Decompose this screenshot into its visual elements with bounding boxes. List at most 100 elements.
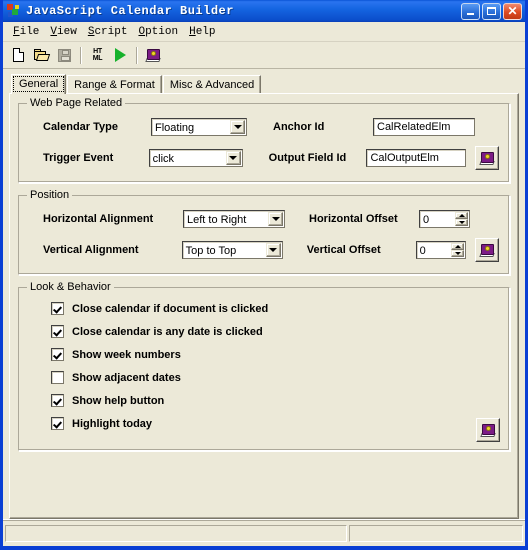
caption-button-group: ✕ (461, 2, 522, 20)
html-icon-bottom: ML (92, 55, 103, 62)
toolbar-separator-2 (136, 46, 138, 64)
help-book-icon (478, 243, 495, 257)
trigger-event-combo[interactable]: click (148, 149, 243, 167)
vertical-offset-stepper[interactable]: 0 (415, 241, 467, 259)
menu-item-view[interactable]: View (46, 25, 83, 39)
horizontal-offset-spin-buttons[interactable] (455, 212, 468, 226)
close-icon: ✕ (507, 4, 518, 18)
horizontal-alignment-label: Horizontal Alignment (43, 213, 154, 225)
menu-item-option[interactable]: Option (134, 25, 185, 39)
play-triangle-icon (115, 48, 126, 62)
tab-strip: General Range & Format Misc & Advanced (9, 74, 519, 94)
menu-rest-script: cript (94, 25, 128, 38)
menu-accel-file: F (13, 25, 20, 38)
checkbox-show-adjacent-dates[interactable]: Show adjacent dates (51, 371, 499, 384)
checkbox-icon[interactable] (51, 325, 64, 338)
horizontal-alignment-value: Left to Right (187, 214, 247, 226)
chevron-down-icon[interactable] (225, 151, 241, 165)
checkbox-highlight-today[interactable]: Highlight today (51, 417, 499, 430)
checkbox-icon[interactable] (51, 348, 64, 361)
menu-rest-option: ption (145, 25, 179, 38)
spin-up-icon[interactable] (451, 243, 465, 250)
save-file-button[interactable] (53, 44, 76, 66)
vertical-offset-value: 0 (419, 245, 426, 257)
group-position: Position Horizontal Alignment Left to Ri… (18, 189, 510, 275)
tab-misc-advanced[interactable]: Misc & Advanced (162, 75, 262, 94)
vertical-alignment-label: Vertical Alignment (43, 244, 139, 256)
run-button[interactable] (109, 44, 132, 66)
checkbox-show-week-numbers[interactable]: Show week numbers (51, 348, 499, 361)
checkbox-icon[interactable] (51, 394, 64, 407)
checkbox-close-if-document-clicked[interactable]: Close calendar if document is clicked (51, 302, 499, 315)
client-area: General Range & Format Misc & Advanced W… (3, 69, 525, 519)
group-position-legend: Position (27, 189, 73, 201)
web-page-related-help-button[interactable] (475, 146, 499, 170)
position-help-button[interactable] (475, 238, 499, 262)
spin-down-icon[interactable] (455, 219, 468, 226)
menu-item-file[interactable]: File (9, 25, 46, 39)
group-look-behavior: Look & Behavior Close calendar if docume… (18, 281, 510, 451)
menu-item-help[interactable]: Help (185, 25, 222, 39)
tab-misc-advanced-label: Misc & Advanced (169, 79, 255, 91)
status-bar (3, 519, 525, 546)
group-look-behavior-legend: Look & Behavior (27, 281, 114, 293)
vertical-alignment-combo[interactable]: Top to Top (181, 241, 283, 259)
row-vertical: Vertical Alignment Top to Top Vertical O… (29, 238, 499, 262)
chevron-down-icon[interactable] (265, 243, 281, 257)
close-button[interactable]: ✕ (503, 2, 522, 20)
application-window: JavaScript Calendar Builder ✕ File View … (0, 0, 528, 550)
open-folder-icon (34, 49, 51, 61)
checkbox-show-help-button[interactable]: Show help button (51, 394, 499, 407)
chevron-down-icon[interactable] (230, 120, 245, 134)
menu-item-script[interactable]: Script (84, 25, 135, 39)
maximize-icon (487, 7, 496, 15)
checkbox-label: Show help button (72, 394, 165, 407)
checkbox-label: Show week numbers (72, 348, 181, 361)
html-icon: HT ML (93, 48, 103, 62)
toolbar-help-button[interactable] (142, 44, 165, 66)
output-field-id-label: Output Field Id (268, 152, 347, 164)
open-file-button[interactable] (30, 44, 53, 66)
vertical-offset-label: Vertical Offset (306, 244, 381, 256)
chevron-down-icon[interactable] (268, 212, 283, 226)
checkbox-label: Close calendar if document is clicked (72, 302, 269, 315)
checkbox-label: Show adjacent dates (72, 371, 181, 384)
calendar-type-combo[interactable]: Floating (151, 118, 247, 136)
horizontal-offset-stepper[interactable]: 0 (419, 210, 470, 228)
group-web-page-related: Web Page Related Calendar Type Floating … (18, 97, 510, 183)
save-disk-icon (58, 48, 71, 62)
row-trigger-event-output-field: Trigger Event click Output Field Id CalO… (29, 146, 499, 170)
checkbox-icon[interactable] (51, 371, 64, 384)
output-field-id-field[interactable]: CalOutputElm (366, 149, 467, 167)
spin-up-icon[interactable] (455, 212, 468, 219)
horizontal-offset-value: 0 (423, 214, 430, 226)
group-web-page-related-legend: Web Page Related (27, 97, 126, 109)
checkbox-icon[interactable] (51, 302, 64, 315)
calendar-type-label: Calendar Type (43, 121, 118, 133)
menu-rest-file: ile (19, 25, 40, 38)
spin-down-icon[interactable] (451, 250, 465, 257)
trigger-event-value: click (152, 153, 175, 165)
look-behavior-help-button[interactable] (476, 418, 500, 442)
checkbox-icon[interactable] (51, 417, 64, 430)
menu-bar: File View Script Option Help (3, 22, 525, 42)
anchor-id-label: Anchor Id (273, 121, 325, 133)
maximize-button[interactable] (482, 2, 501, 20)
toolbar-separator-1 (80, 46, 82, 64)
horizontal-alignment-combo[interactable]: Left to Right (183, 210, 285, 228)
tab-range-format[interactable]: Range & Format (67, 75, 162, 94)
new-file-button[interactable] (7, 44, 30, 66)
toolbar: HT ML (3, 42, 525, 69)
checkbox-close-if-date-clicked[interactable]: Close calendar is any date is clicked (51, 325, 499, 338)
row-calendar-type-anchor-id: Calendar Type Floating Anchor Id CalRela… (29, 118, 499, 136)
calendar-type-value: Floating (155, 122, 195, 134)
checkbox-label: Highlight today (72, 417, 153, 430)
vertical-offset-spin-buttons[interactable] (451, 243, 465, 257)
minimize-button[interactable] (461, 2, 480, 20)
generate-html-button[interactable]: HT ML (86, 44, 109, 66)
anchor-id-field[interactable]: CalRelatedElm (373, 118, 475, 136)
tab-general[interactable]: General (11, 74, 67, 94)
status-pane-secondary (349, 524, 523, 542)
menu-rest-help: elp (195, 25, 216, 38)
new-document-icon (13, 48, 24, 62)
